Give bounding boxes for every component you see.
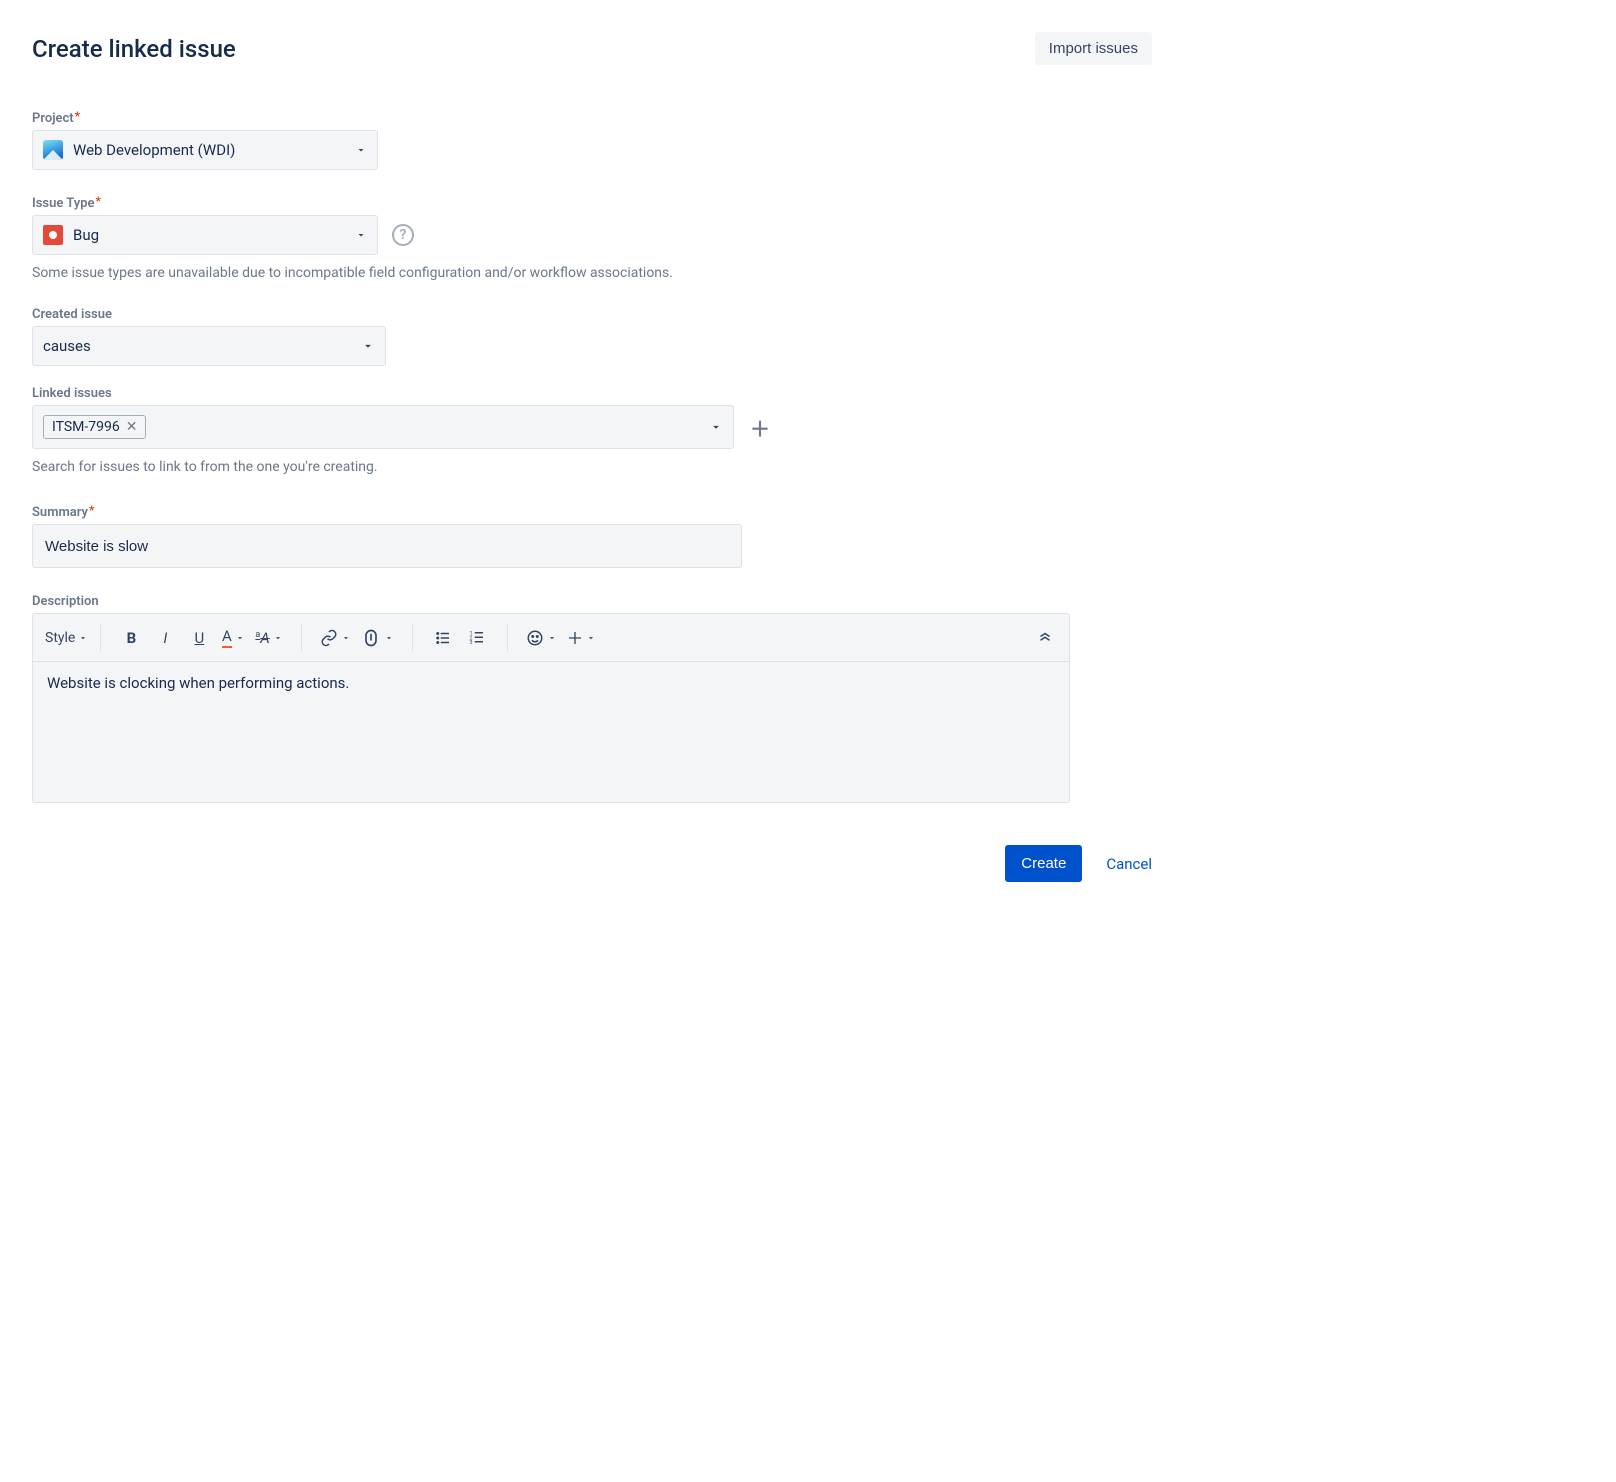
- editor-toolbar: Style B I U A aA: [33, 614, 1069, 662]
- linked-issues-select[interactable]: ITSM-7996 ✕: [32, 405, 734, 449]
- style-dropdown[interactable]: Style: [41, 622, 92, 654]
- project-select[interactable]: Web Development (WDI): [32, 130, 378, 170]
- import-issues-button[interactable]: Import issues: [1035, 32, 1152, 65]
- description-label: Description: [32, 594, 1152, 609]
- text-color-button[interactable]: A: [217, 622, 249, 654]
- bug-icon: [43, 225, 63, 245]
- page-title: Create linked issue: [32, 35, 236, 63]
- linked-issues-label: Linked issues: [32, 386, 1152, 401]
- issue-type-hint: Some issue types are unavailable due to …: [32, 265, 1152, 281]
- cancel-link[interactable]: Cancel: [1106, 855, 1152, 873]
- project-avatar-icon: [43, 140, 63, 160]
- collapse-toolbar-button[interactable]: [1029, 622, 1061, 654]
- remove-chip-icon[interactable]: ✕: [126, 420, 138, 434]
- required-asterisk: *: [96, 194, 101, 208]
- project-value: Web Development (WDI): [73, 141, 235, 159]
- created-issue-select[interactable]: causes: [32, 326, 386, 366]
- created-issue-value: causes: [43, 337, 91, 355]
- numbered-list-button[interactable]: 123: [461, 622, 493, 654]
- svg-text:3: 3: [469, 640, 472, 646]
- link-button[interactable]: [316, 622, 355, 654]
- issue-type-label: Issue Type*: [32, 196, 1152, 211]
- linked-issues-hint: Search for issues to link to from the on…: [32, 459, 1152, 475]
- bold-button[interactable]: B: [115, 622, 147, 654]
- required-asterisk: *: [75, 109, 80, 123]
- insert-more-button[interactable]: [563, 622, 600, 654]
- description-editor: Style B I U A aA: [32, 613, 1070, 803]
- bullet-list-button[interactable]: [427, 622, 459, 654]
- chevron-down-icon: [355, 144, 367, 156]
- linked-issue-chip[interactable]: ITSM-7996 ✕: [43, 415, 146, 439]
- created-issue-label: Created issue: [32, 307, 1152, 322]
- emoji-button[interactable]: [522, 622, 561, 654]
- issue-type-value: Bug: [73, 226, 99, 244]
- required-asterisk: *: [89, 503, 94, 517]
- description-textarea[interactable]: Website is clocking when performing acti…: [33, 662, 1069, 802]
- summary-label: Summary*: [32, 505, 1152, 520]
- create-button[interactable]: Create: [1005, 845, 1082, 882]
- italic-button[interactable]: I: [149, 622, 181, 654]
- issue-type-select[interactable]: Bug: [32, 215, 378, 255]
- attachment-button[interactable]: [357, 622, 398, 654]
- chevron-down-icon: [361, 339, 375, 353]
- add-linked-issue-button[interactable]: ＋: [750, 413, 770, 442]
- underline-button[interactable]: U: [183, 622, 215, 654]
- chevron-down-icon: [355, 229, 367, 241]
- help-icon[interactable]: ?: [392, 224, 414, 246]
- summary-input[interactable]: [32, 524, 742, 568]
- clear-formatting-button[interactable]: aA: [251, 622, 286, 654]
- chevron-down-icon: [709, 420, 723, 434]
- project-label: Project*: [32, 111, 1152, 126]
